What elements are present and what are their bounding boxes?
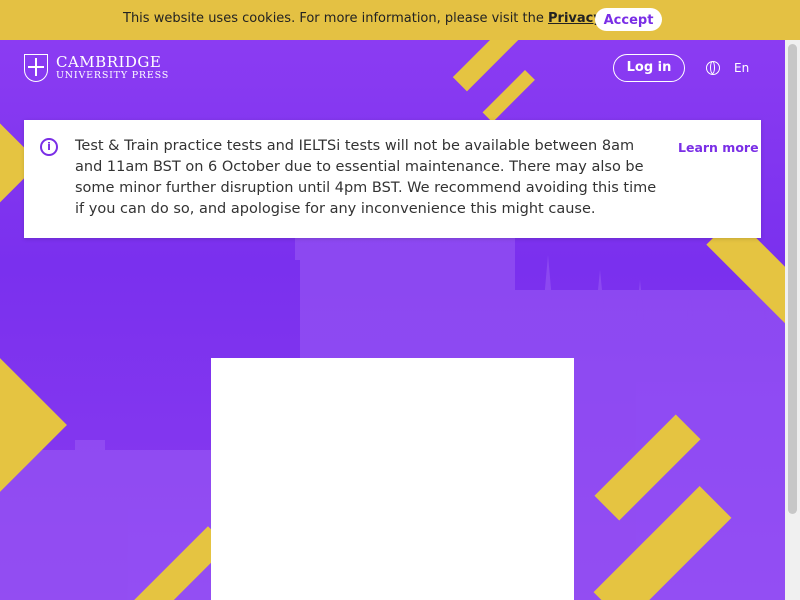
cookie-bar: This website uses cookies. For more info… (0, 0, 800, 40)
cambridge-shield-icon (24, 54, 48, 82)
cookie-text: This website uses cookies. For more info… (123, 11, 544, 26)
maintenance-notice: i Test & Train practice tests and IELTSi… (24, 120, 761, 238)
scrollbar-thumb[interactable] (788, 44, 797, 514)
login-button[interactable]: Log in (613, 54, 685, 82)
language-selector[interactable]: En (706, 61, 749, 75)
logo-line2: UNIVERSITY PRESS (56, 69, 170, 81)
notice-message: Test & Train practice tests and IELTSi t… (75, 138, 657, 217)
accept-cookies-button[interactable]: Accept (595, 8, 662, 31)
learn-more-link[interactable]: Learn more (678, 140, 759, 155)
content-panel (211, 358, 574, 600)
cookie-message: This website uses cookies. For more info… (123, 11, 657, 26)
logo-line1: CAMBRIDGE (56, 52, 162, 71)
cambridge-logo[interactable]: CAMBRIDGE UNIVERSITY PRESS (24, 54, 169, 82)
globe-icon (706, 61, 720, 75)
info-icon: i (40, 138, 58, 156)
language-label: En (734, 61, 750, 75)
